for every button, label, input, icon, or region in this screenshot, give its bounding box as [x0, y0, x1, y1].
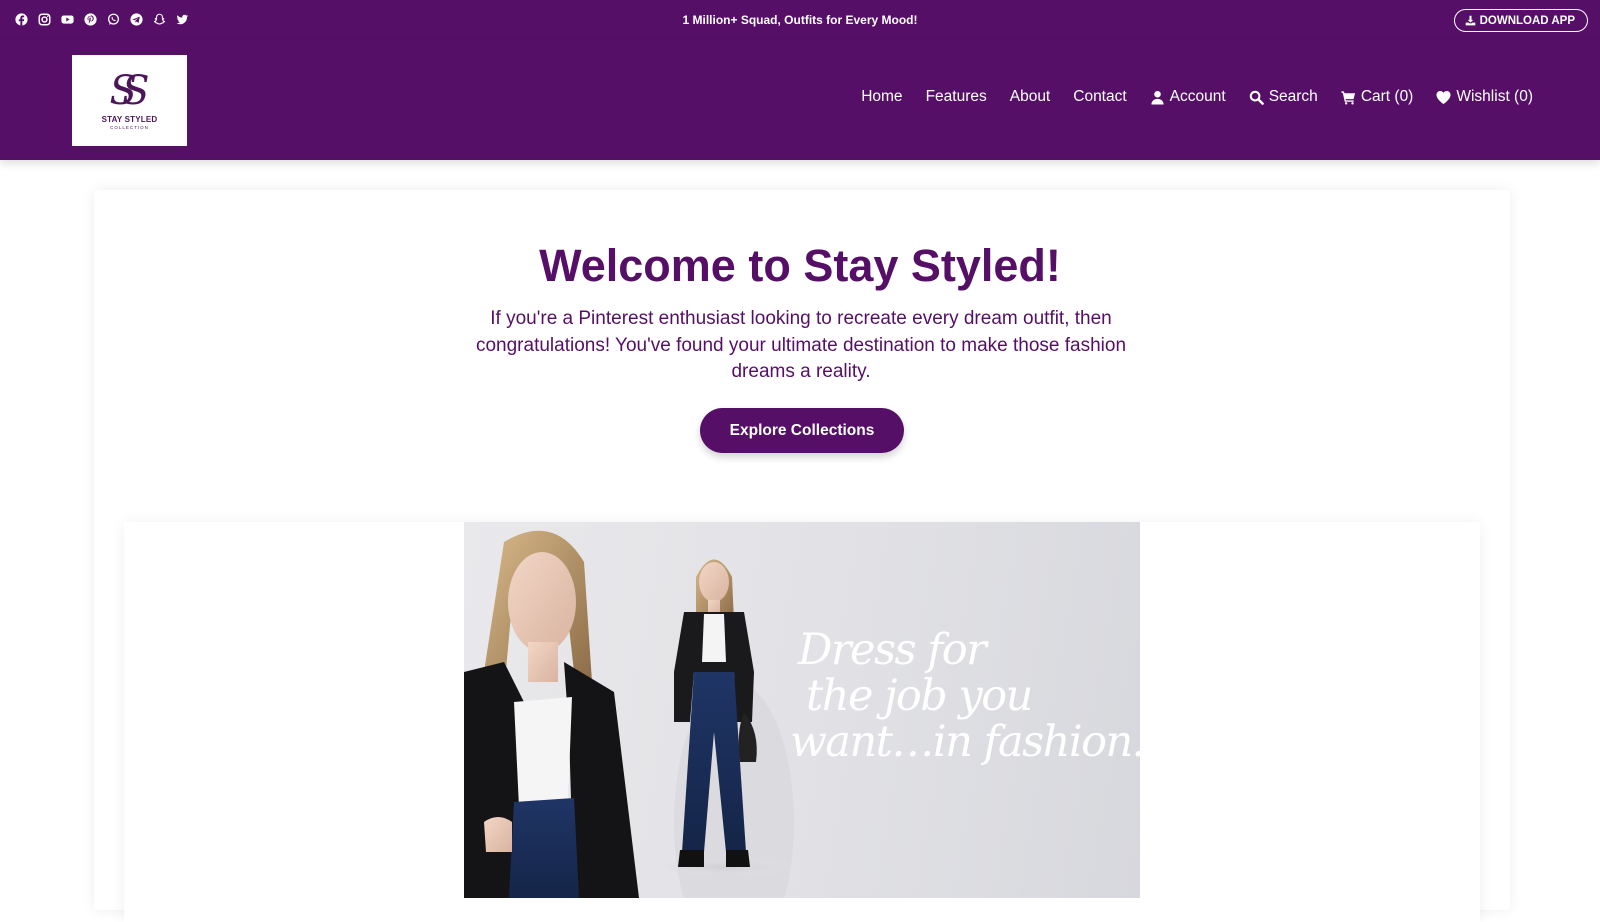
page-title: Welcome to Stay Styled!: [539, 240, 1061, 291]
nav-cart[interactable]: Cart (0): [1341, 88, 1414, 106]
nav-features-label: Features: [925, 88, 987, 105]
nav-contact[interactable]: Contact: [1073, 88, 1126, 106]
nav-account[interactable]: Account: [1150, 88, 1226, 106]
fashion-banner-image: Dress for the job you want…in fashion.: [464, 522, 1140, 898]
logo-subtitle: COLLECTION: [110, 125, 149, 130]
user-icon: [1151, 90, 1164, 105]
nav-about[interactable]: About: [1010, 88, 1051, 106]
promo-text: 1 Million+ Squad, Outfits for Every Mood…: [682, 13, 918, 27]
nav-home-label: Home: [861, 88, 903, 105]
nav-features[interactable]: Features: [926, 88, 987, 106]
tagline-line-1: Dress for: [798, 625, 987, 675]
nav-home[interactable]: Home: [861, 88, 902, 106]
download-icon: [1465, 15, 1475, 26]
nav-search[interactable]: Search: [1249, 88, 1318, 106]
hero-description: If you're a Pinterest enthusiast looking…: [475, 308, 1127, 382]
explore-collections-button[interactable]: Explore Collections: [700, 408, 904, 453]
nav-cart-label: Cart (0): [1360, 88, 1414, 105]
top-bar: 1 Million+ Squad, Outfits for Every Mood…: [0, 0, 1600, 40]
main-nav: Home Features About Contact Account Sear…: [861, 88, 1533, 106]
nav-search-label: Search: [1268, 88, 1318, 105]
download-app-label: DOWNLOAD APP: [1479, 14, 1575, 27]
banner-tagline: Dress for the job you want…in fashion.: [790, 627, 1140, 765]
cart-icon: [1341, 90, 1355, 105]
nav-account-label: Account: [1169, 88, 1226, 105]
brand-logo[interactable]: SS STAY STYLED COLLECTION: [72, 55, 187, 146]
nav-contact-label: Contact: [1073, 88, 1127, 105]
nav-about-label: About: [1009, 88, 1051, 105]
heart-icon: [1436, 90, 1451, 104]
tagline-line-2: the job you: [806, 671, 1033, 721]
search-icon: [1249, 90, 1264, 105]
nav-wishlist-label: Wishlist (0): [1456, 88, 1533, 105]
download-app-button[interactable]: DOWNLOAD APP: [1453, 9, 1588, 32]
logo-name: STAY STYLED: [101, 115, 158, 124]
tagline-line-3: want…in fashion.: [790, 717, 1140, 767]
logo-mark: SS: [109, 68, 149, 114]
nav-wishlist[interactable]: Wishlist (0): [1436, 88, 1533, 106]
